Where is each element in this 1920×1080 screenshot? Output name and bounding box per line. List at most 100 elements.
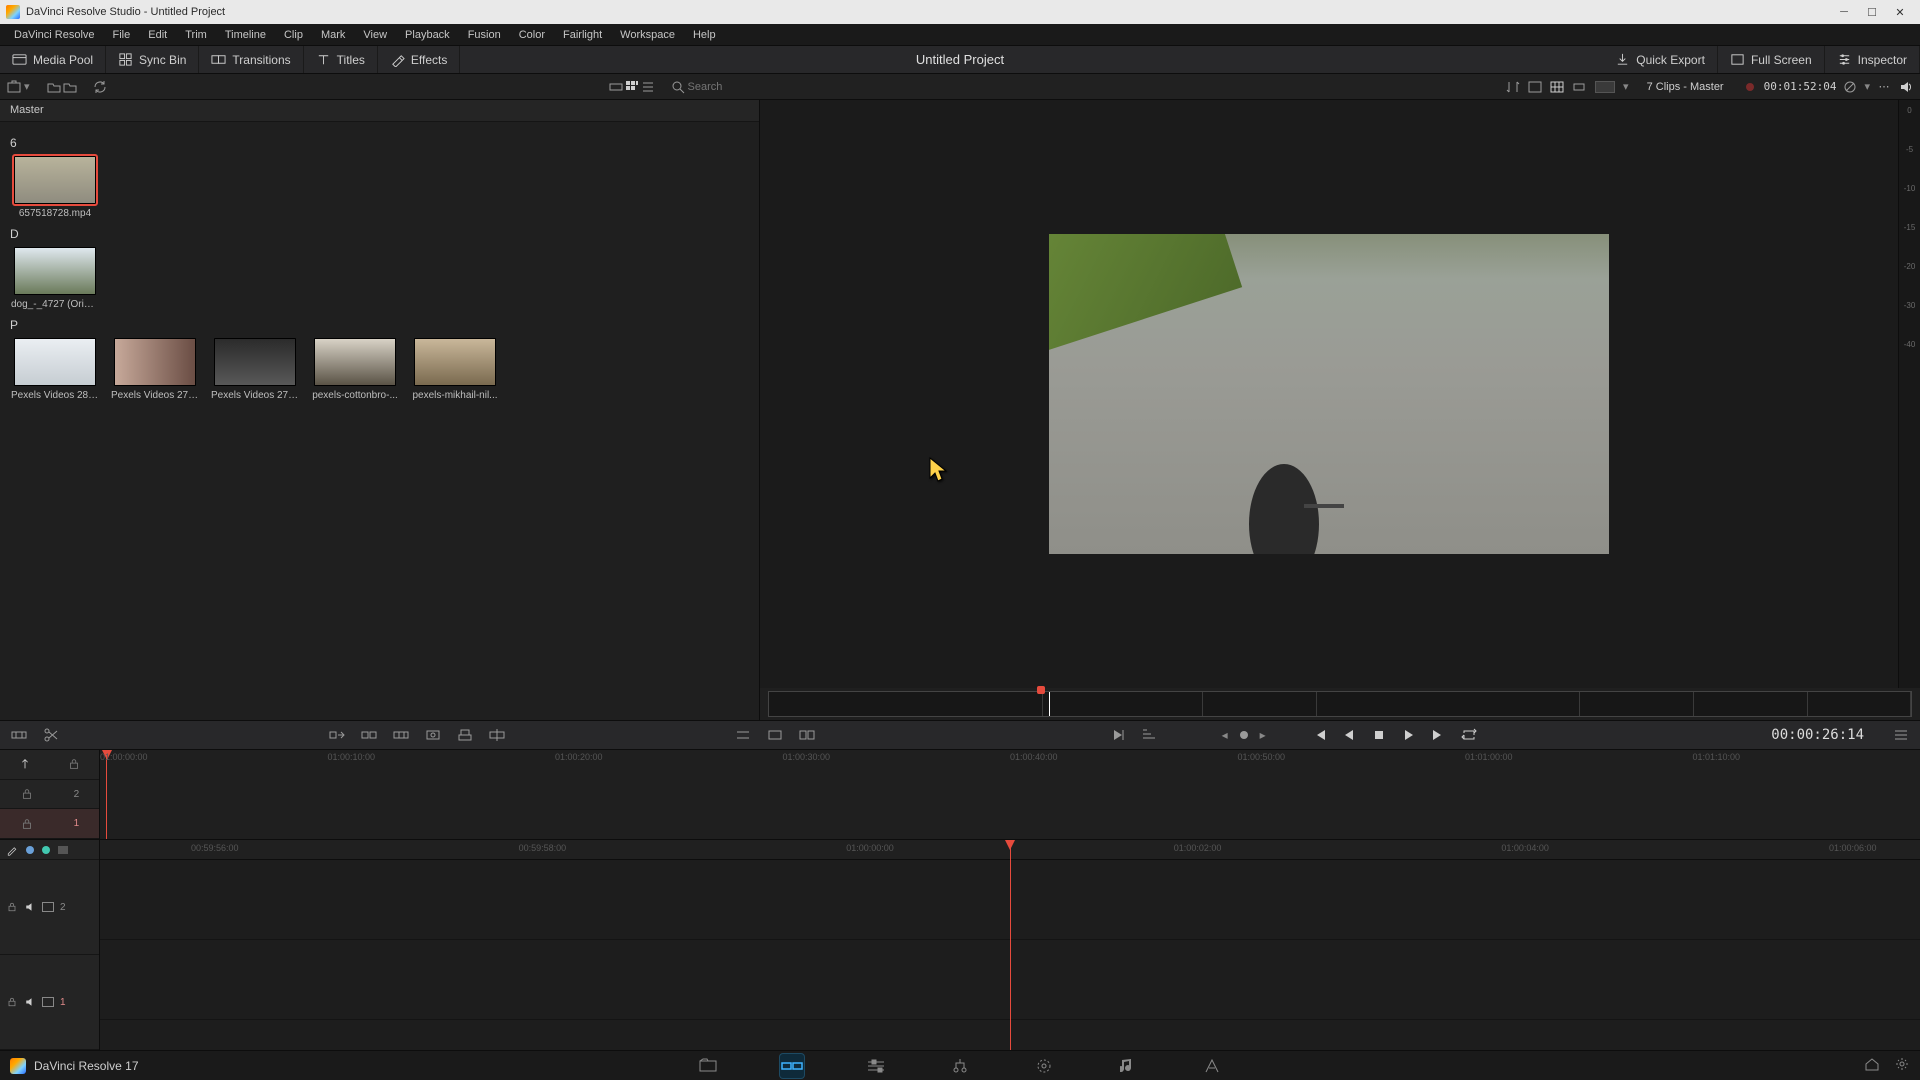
lock-icon[interactable] [6,996,18,1008]
bin-label[interactable]: P [10,318,749,332]
menu-workspace[interactable]: Workspace [612,27,683,43]
source-viewer[interactable] [760,100,1898,688]
syncbin-toggle[interactable]: Sync Bin [106,46,199,73]
view-list-button[interactable] [640,79,656,95]
speaker-icon[interactable] [24,996,36,1008]
lower-tracks[interactable]: 00:59:56:0000:59:58:0001:00:00:0001:00:0… [100,840,1920,1050]
page-media[interactable] [696,1054,720,1078]
viewer-scrubber[interactable] [760,688,1920,720]
timeline-mode-button[interactable] [0,750,99,780]
bin-label[interactable]: D [10,227,749,241]
jog-dot-icon[interactable] [1240,731,1248,739]
smart-insert-button[interactable] [328,726,346,744]
view-filmstrip-button[interactable] [608,79,624,95]
page-cut[interactable] [780,1054,804,1078]
scrub-track[interactable] [768,691,1912,717]
window-maximize-button[interactable]: ☐ [1858,2,1886,22]
boring-detector-button[interactable] [10,726,28,744]
media-clip[interactable]: Pexels Videos 278... [110,338,200,401]
media-clip[interactable]: Pexels Videos 279... [210,338,300,401]
folder-button[interactable] [62,79,78,95]
play-timecode[interactable]: 00:00:26:14 [1771,727,1864,743]
menu-davinci[interactable]: DaVinci Resolve [6,27,103,43]
audio-mute-button[interactable] [1898,79,1914,95]
play-reverse-button[interactable] [1340,726,1358,744]
stop-button[interactable] [1370,726,1388,744]
media-clip[interactable]: Pexels Videos 288... [10,338,100,401]
window-close-button[interactable]: ✕ [1886,2,1914,22]
import-media-button[interactable] [6,79,22,95]
sync-play-button[interactable] [1110,726,1128,744]
track-enable-icon[interactable] [42,997,54,1007]
ripple-overwrite-button[interactable] [392,726,410,744]
tools-dropdown[interactable] [734,726,752,744]
menu-clip[interactable]: Clip [276,27,311,43]
page-fusion[interactable] [948,1054,972,1078]
append-button[interactable] [360,726,378,744]
menu-view[interactable]: View [355,27,395,43]
menu-color[interactable]: Color [511,27,553,43]
inspector-toggle[interactable]: Inspector [1825,46,1920,73]
transition-duration-button[interactable] [798,726,816,744]
menu-fairlight[interactable]: Fairlight [555,27,610,43]
menu-playback[interactable]: Playback [397,27,458,43]
full-screen-button[interactable]: Full Screen [1718,46,1825,73]
source-overwrite-button[interactable] [488,726,506,744]
track-enable-icon[interactable] [42,902,54,912]
upper-ruler[interactable]: 01:00:00:0001:00:10:0001:00:20:0001:00:3… [100,750,1920,839]
last-frame-button[interactable] [1430,726,1448,744]
mediapool-toggle[interactable]: Media Pool [0,46,106,73]
sync-lock-icon[interactable] [20,817,34,831]
menu-timeline[interactable]: Timeline [217,27,274,43]
titles-toggle[interactable]: Titles [304,46,378,73]
audio-track-1[interactable]: 1 [0,955,99,1050]
refresh-button[interactable] [92,79,108,95]
timeline-options-button[interactable] [1892,726,1910,744]
page-edit[interactable] [864,1054,888,1078]
place-on-top-button[interactable] [456,726,474,744]
jog-left-icon[interactable]: ◂ [1222,728,1228,742]
bin-path[interactable]: Master [0,100,759,122]
options-button[interactable]: ⋯ [1876,79,1892,95]
aspect-button[interactable] [1571,79,1587,95]
window-minimize-button[interactable]: ─ [1830,2,1858,22]
lock-icon[interactable] [6,901,18,913]
transition-button[interactable] [766,726,784,744]
home-button[interactable] [1864,1056,1880,1075]
menu-edit[interactable]: Edit [140,27,175,43]
first-frame-button[interactable] [1310,726,1328,744]
folder-add-button[interactable] [46,79,62,95]
split-button[interactable] [42,726,60,744]
play-button[interactable] [1400,726,1418,744]
sync-lock-icon[interactable] [20,787,34,801]
media-clip[interactable]: pexels-cottonbro-... [310,338,400,401]
safe-area-button[interactable] [1527,79,1543,95]
bypass-button[interactable] [1842,79,1858,95]
grid-overlay-button[interactable] [1549,79,1565,95]
transitions-toggle[interactable]: Transitions [199,46,303,73]
audio-track-2[interactable]: 2 [0,860,99,955]
jog-right-icon[interactable]: ▸ [1260,728,1266,742]
media-clip[interactable]: dog_-_4727 (Origi... [10,247,100,310]
menu-file[interactable]: File [105,27,139,43]
close-up-button[interactable] [424,726,442,744]
page-fairlight[interactable] [1116,1054,1140,1078]
media-clip[interactable]: 657518728.mp4 [10,156,100,219]
settings-button[interactable] [1894,1056,1910,1075]
view-thumb-button[interactable] [624,79,640,95]
quick-export-button[interactable]: Quick Export [1603,46,1718,73]
page-deliver[interactable] [1200,1054,1224,1078]
color-chip-button[interactable] [1593,79,1617,95]
menu-trim[interactable]: Trim [177,27,215,43]
speaker-icon[interactable] [24,901,36,913]
vary-speed-button[interactable] [1140,726,1158,744]
loop-button[interactable] [1460,726,1478,744]
menu-mark[interactable]: Mark [313,27,353,43]
media-clip[interactable]: pexels-mikhail-nil... [410,338,500,401]
bin-label[interactable]: 6 [10,136,749,150]
search-input[interactable] [686,80,786,94]
track-color-header[interactable] [0,840,99,860]
effects-toggle[interactable]: Effects [378,46,460,73]
sort-button[interactable] [1505,79,1521,95]
page-color[interactable] [1032,1054,1056,1078]
